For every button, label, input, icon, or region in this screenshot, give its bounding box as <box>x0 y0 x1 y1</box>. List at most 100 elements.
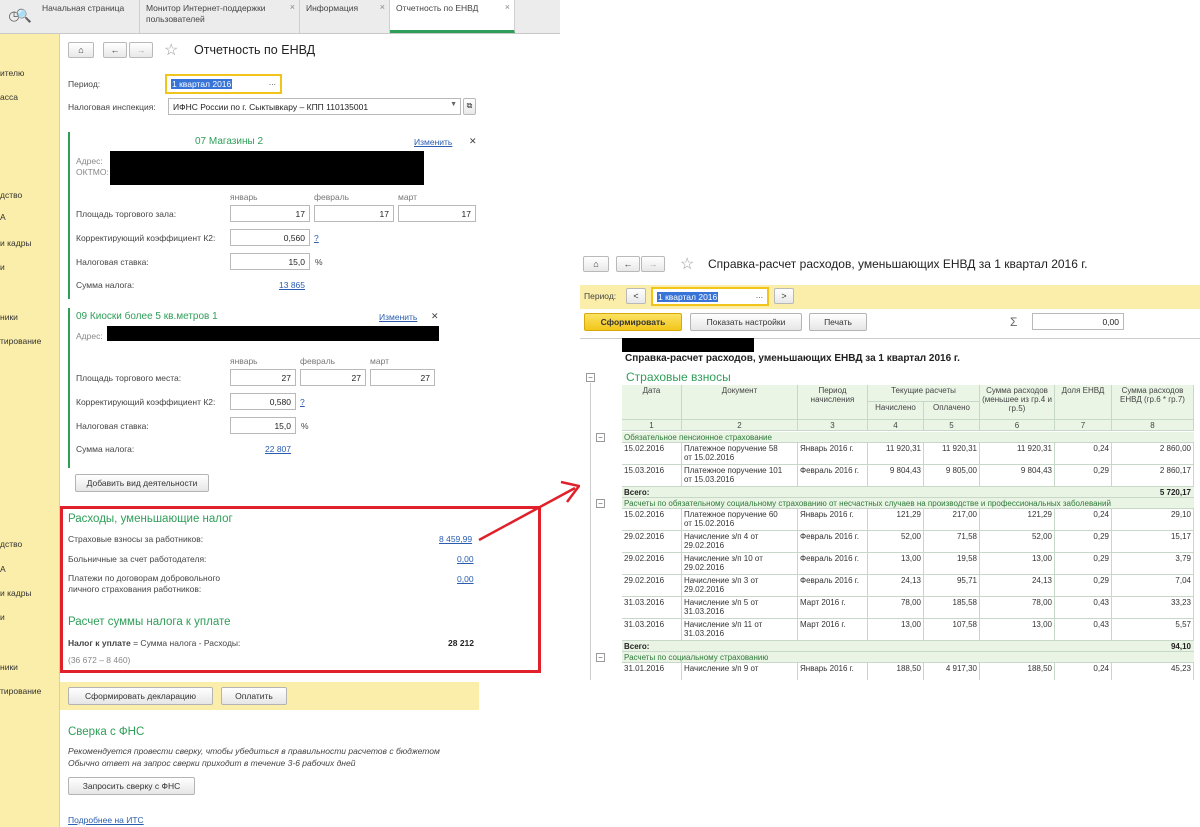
its-link[interactable]: Подробнее на ИТС <box>68 815 144 825</box>
favorite-star-icon[interactable]: ☆ <box>164 40 178 60</box>
sidebar-item[interactable]: асса <box>0 92 18 102</box>
print-button[interactable]: Печать <box>809 313 867 331</box>
sidebar-item[interactable]: и <box>0 262 5 272</box>
tab-monitor[interactable]: Монитор Интернет-поддержки пользователей… <box>140 0 300 33</box>
k2-input[interactable]: 0,560 <box>230 229 310 246</box>
home-button[interactable]: ⌂ <box>68 42 94 58</box>
area-mar-input[interactable]: 17 <box>398 205 476 222</box>
tab-home[interactable]: Начальная страница <box>36 0 140 33</box>
area-jan-input[interactable]: 17 <box>230 205 310 222</box>
period-field[interactable]: 1 квартал 2016 ... <box>651 287 769 306</box>
address-label: Адрес: <box>76 331 103 341</box>
sidebar-item[interactable]: и <box>0 612 5 622</box>
cell-period: Март 2016 г. <box>798 597 868 619</box>
page-title: Отчетность по ЕНВД <box>194 43 316 57</box>
forward-button[interactable]: → <box>129 42 153 58</box>
sidebar-item[interactable]: А <box>0 212 6 222</box>
add-activity-button[interactable]: Добавить вид деятельности <box>75 474 209 492</box>
cell-charged: 121,29 <box>868 509 924 531</box>
collapse-icon[interactable]: − <box>596 653 605 662</box>
area-feb-input[interactable]: 27 <box>300 369 366 386</box>
cell-share: 0,29 <box>1055 465 1112 487</box>
ellipsis-button[interactable]: ... <box>756 290 763 300</box>
sum-field: 0,00 <box>1032 313 1124 330</box>
tax-value-link[interactable]: 22 807 <box>265 444 291 454</box>
total-row: Всего: 94,10 <box>622 641 1194 652</box>
make-declaration-button[interactable]: Сформировать декларацию <box>68 687 213 705</box>
cell-envd: 2 860,17 <box>1112 465 1194 487</box>
period-field[interactable]: 1 квартал 2016 ... <box>165 74 282 94</box>
cell-document: Начисление з/п 4 от 29.02.2016 <box>682 531 798 553</box>
area-mar-input[interactable]: 27 <box>370 369 435 386</box>
sidebar-item[interactable]: ителю <box>0 68 24 78</box>
change-link[interactable]: Изменить <box>414 137 452 147</box>
sidebar-item[interactable]: ники <box>0 662 18 672</box>
close-icon[interactable]: ✕ <box>469 136 477 147</box>
cell-date: 31.03.2016 <box>622 619 682 641</box>
cell-date: 29.02.2016 <box>622 553 682 575</box>
collapse-icon[interactable]: − <box>586 373 595 382</box>
sidebar-item[interactable]: и кадры <box>0 588 32 598</box>
sidebar-item[interactable]: дство <box>0 190 22 200</box>
tab-info[interactable]: Информация × <box>300 0 390 33</box>
rate-input[interactable]: 15,0 <box>230 417 296 434</box>
request-reconciliation-button[interactable]: Запросить сверку с ФНС <box>68 777 195 795</box>
favorite-star-icon[interactable]: ☆ <box>680 254 694 274</box>
help-link[interactable]: ? <box>314 233 319 243</box>
back-button[interactable]: ← <box>616 256 640 272</box>
tab-envd-reporting[interactable]: Отчетность по ЕНВД × <box>390 0 515 33</box>
prev-period-button[interactable]: < <box>626 288 646 304</box>
ellipsis-button[interactable]: ... <box>269 77 276 87</box>
tax-value-link[interactable]: 13 865 <box>279 280 305 290</box>
cell-envd: 29,10 <box>1112 509 1194 531</box>
cell-paid: 185,58 <box>924 597 980 619</box>
help-link[interactable]: ? <box>300 397 305 407</box>
inspection-select[interactable]: ИФНС России по г. Сыктывкару – КПП 11013… <box>168 98 461 115</box>
activity-name: 07 Магазины 2 <box>195 136 264 147</box>
forward-button[interactable]: → <box>641 256 665 272</box>
tab-label: Отчетность по ЕНВД <box>396 3 479 13</box>
cell-charged: 11 920,31 <box>868 443 924 465</box>
search-icon[interactable]: 🔍 <box>12 4 36 28</box>
header-number: 5 <box>924 420 980 431</box>
header-number: 4 <box>868 420 924 431</box>
cell-period: Февраль 2016 г. <box>798 553 868 575</box>
collapse-icon[interactable]: − <box>596 499 605 508</box>
next-period-button[interactable]: > <box>774 288 794 304</box>
month-label: февраль <box>314 192 350 202</box>
area-feb-input[interactable]: 17 <box>314 205 394 222</box>
back-button[interactable]: ← <box>103 42 127 58</box>
home-button[interactable]: ⌂ <box>583 256 609 272</box>
k2-input[interactable]: 0,580 <box>230 393 296 410</box>
sidebar-item[interactable]: ники <box>0 312 18 322</box>
tab-label: Монитор Интернет-поддержки пользователей <box>146 3 266 24</box>
cell-share: 0,24 <box>1055 509 1112 531</box>
sidebar-item[interactable]: тирование <box>0 686 41 696</box>
k2-label: Корректирующий коэффициент К2: <box>76 397 216 407</box>
pay-button[interactable]: Оплатить <box>221 687 287 705</box>
cell-paid: 217,00 <box>924 509 980 531</box>
close-icon[interactable]: × <box>380 2 385 12</box>
change-link[interactable]: Изменить <box>379 312 417 322</box>
tab-label: Информация <box>306 3 359 13</box>
sidebar-item[interactable]: тирование <box>0 336 41 346</box>
cell-share: 0,24 <box>1055 663 1112 680</box>
open-link-icon[interactable]: ⧉ <box>463 98 476 115</box>
cell-date: 15.03.2016 <box>622 465 682 487</box>
show-settings-button[interactable]: Показать настройки <box>690 313 802 331</box>
close-icon[interactable]: × <box>290 2 295 13</box>
sidebar-item[interactable]: А <box>0 564 6 574</box>
collapse-icon[interactable]: − <box>596 433 605 442</box>
sidebar-item[interactable]: и кадры <box>0 238 32 248</box>
month-label: февраль <box>300 356 336 366</box>
close-icon[interactable]: ✕ <box>431 311 439 322</box>
close-icon[interactable]: × <box>505 2 510 12</box>
cell-date: 29.02.2016 <box>622 575 682 597</box>
rate-input[interactable]: 15,0 <box>230 253 310 270</box>
tab-label: Начальная страница <box>42 3 125 13</box>
cell-document: Платежное поручение 58 от 15.02.2016 <box>682 443 798 465</box>
sidebar-item[interactable]: дство <box>0 539 22 549</box>
area-jan-input[interactable]: 27 <box>230 369 296 386</box>
generate-button[interactable]: Сформировать <box>584 313 682 331</box>
chevron-down-icon[interactable]: ▼ <box>450 101 457 108</box>
